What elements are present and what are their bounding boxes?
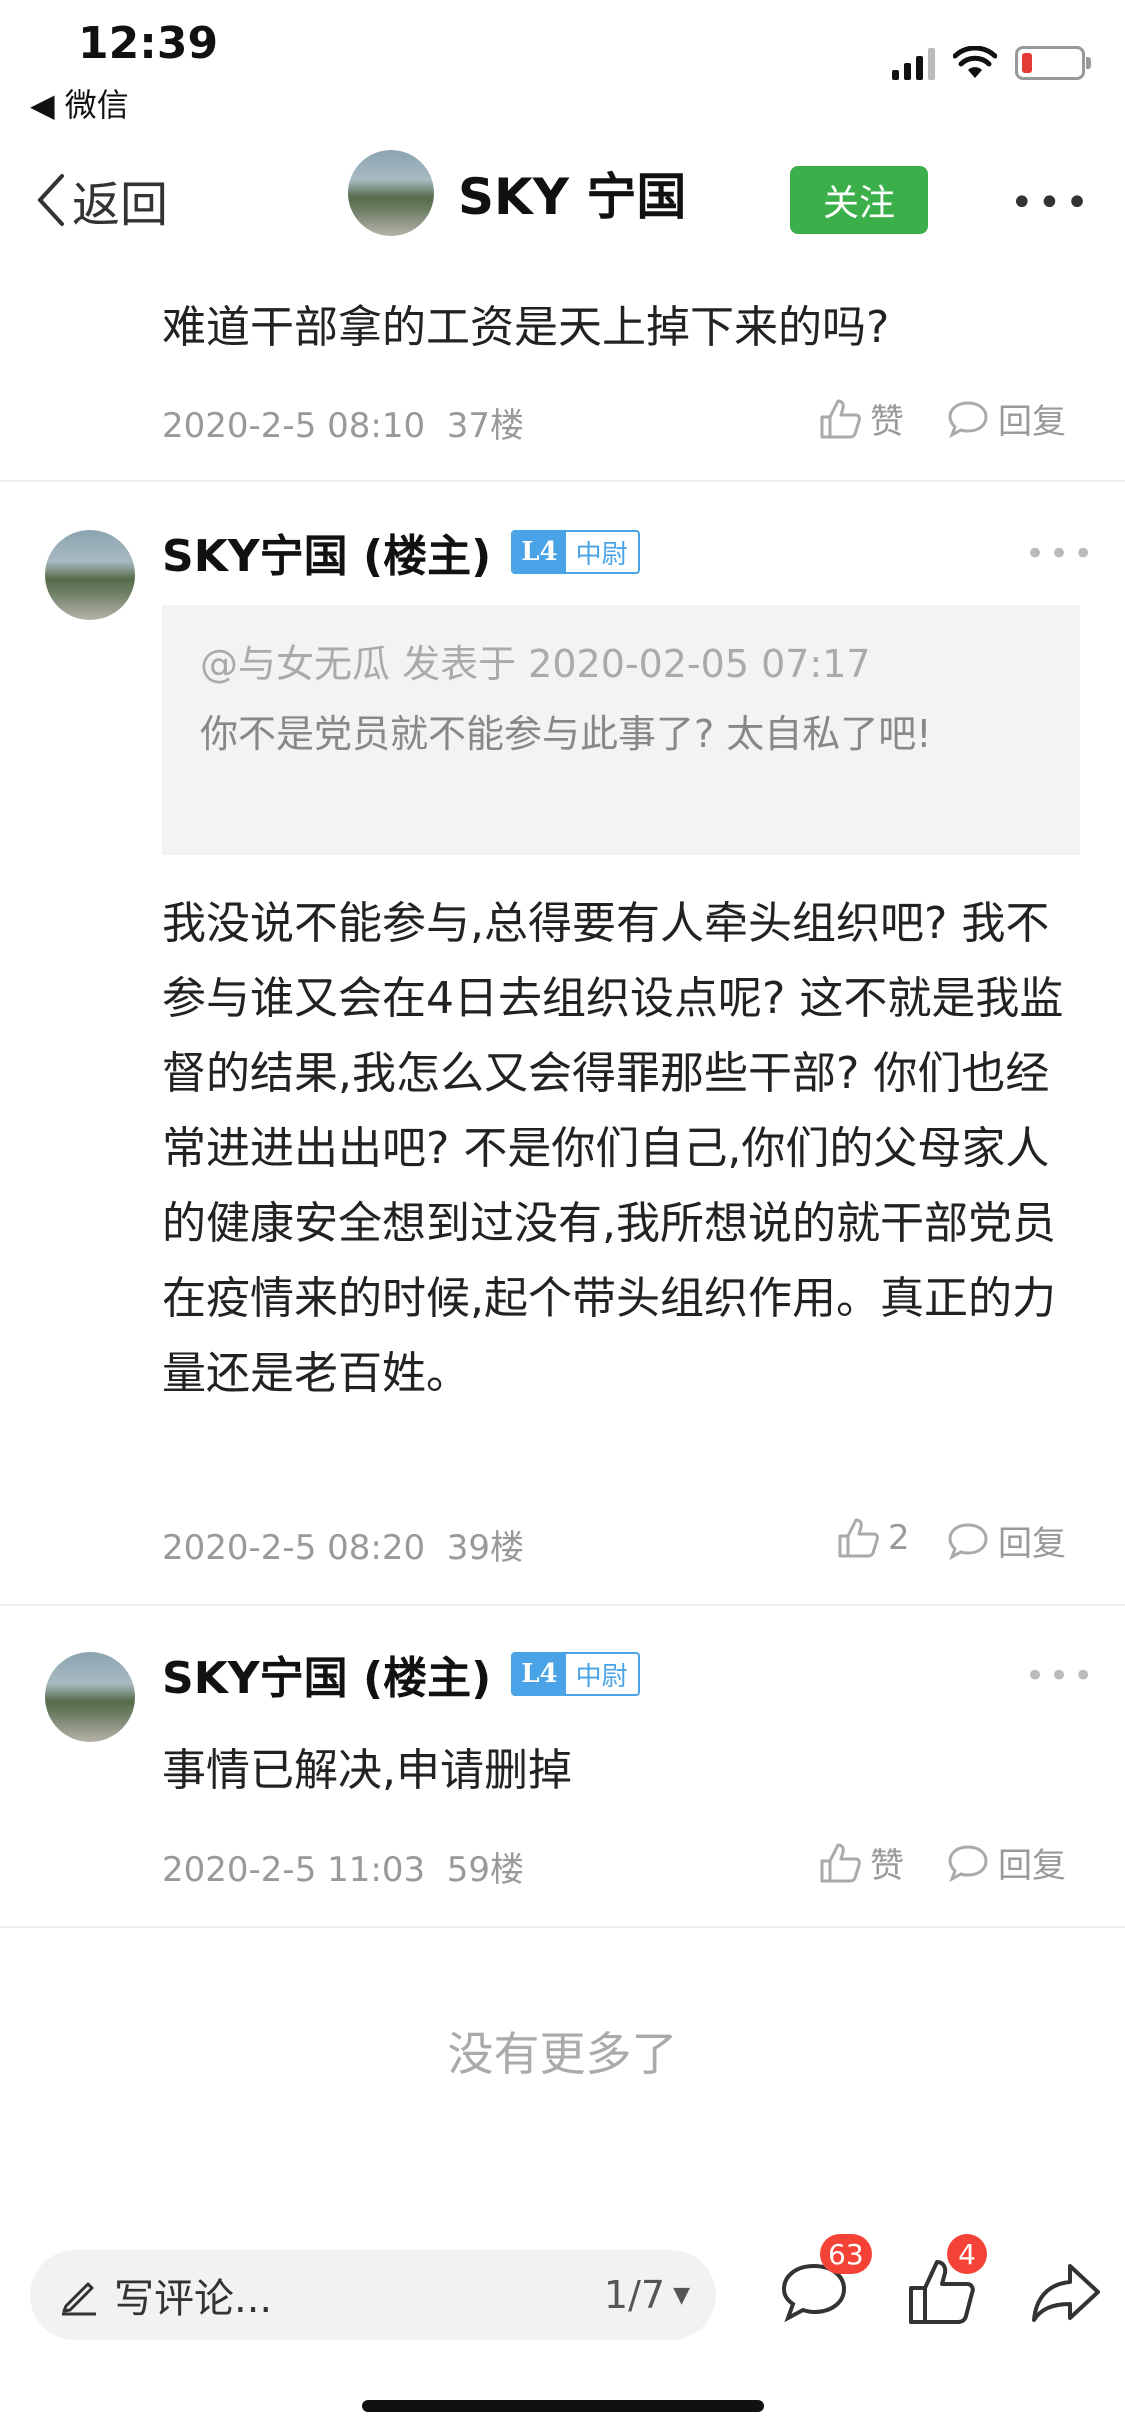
quote-text: 你不是党员就不能参与此事了? 太自私了吧! bbox=[200, 712, 932, 756]
like-count: 2 bbox=[888, 1518, 910, 1558]
divider bbox=[0, 480, 1125, 482]
status-indicators bbox=[892, 46, 1091, 80]
level-badge: L4 中尉 bbox=[511, 530, 640, 574]
level-label: L4 bbox=[513, 532, 566, 572]
divider bbox=[0, 1604, 1125, 1606]
back-to-wechat[interactable]: ◀ 微信 bbox=[30, 80, 129, 126]
post-meta: 2020-2-5 08:20 39楼 bbox=[162, 1520, 524, 1569]
post-meta: 2020-2-5 11:03 59楼 bbox=[162, 1842, 524, 1891]
comment-placeholder: 写评论... bbox=[114, 2276, 273, 2322]
status-time: 12:39 bbox=[78, 18, 219, 69]
thumbs-up-icon bbox=[838, 1518, 879, 1558]
rank-label: 中尉 bbox=[575, 1661, 628, 1692]
avatar[interactable] bbox=[45, 1652, 135, 1742]
post-content: 事情已解决,申请删掉 bbox=[162, 1745, 572, 1796]
post-header: SKY宁国 (楼主) L4 中尉 bbox=[162, 1642, 640, 1706]
like-label: 赞 bbox=[870, 402, 904, 442]
rank-label: 中尉 bbox=[575, 539, 628, 570]
chevron-left-icon bbox=[37, 174, 64, 226]
back-label: 返回 bbox=[72, 177, 169, 233]
like-post-button[interactable]: 4 bbox=[905, 2234, 987, 2332]
author-name[interactable]: SKY宁国 (楼主) bbox=[162, 520, 491, 584]
comment-icon bbox=[948, 400, 988, 438]
like-button[interactable]: 2 bbox=[836, 1516, 910, 1560]
thumbs-up-icon bbox=[820, 1843, 861, 1882]
like-count-badge: 4 bbox=[947, 2234, 987, 2274]
post-floor: 59楼 bbox=[446, 1850, 525, 1890]
share-button[interactable] bbox=[1030, 2262, 1102, 2328]
battery-icon bbox=[1015, 46, 1091, 80]
end-of-list: 没有更多了 bbox=[447, 2027, 678, 2081]
post-content: 我没说不能参与,总得要有人牵头组织吧? 我不参与谁又会在4日去组织设点呢? 这不… bbox=[162, 898, 1064, 1399]
comment-icon bbox=[948, 1522, 988, 1560]
avatar[interactable] bbox=[45, 530, 135, 620]
level-label: L4 bbox=[513, 1654, 566, 1694]
more-icon[interactable]: ••• bbox=[1010, 180, 1093, 226]
reply-label: 回复 bbox=[998, 1524, 1066, 1564]
avatar bbox=[348, 150, 434, 236]
divider bbox=[0, 1926, 1125, 1928]
page-selector[interactable]: 1/7 ▼ bbox=[604, 2273, 690, 2317]
post-date: 2020-2-5 11:03 bbox=[162, 1850, 426, 1890]
pencil-icon bbox=[62, 2282, 96, 2316]
back-button[interactable]: 返回 bbox=[36, 165, 168, 235]
comment-input[interactable]: 写评论... 1/7 ▼ bbox=[30, 2250, 716, 2340]
reply-button[interactable]: 回复 bbox=[946, 394, 1066, 443]
page-indicator: 1/7 bbox=[603, 2273, 666, 2317]
quote-header: @与女无瓜 发表于 2020-02-05 07:17 bbox=[200, 642, 871, 686]
comment-icon bbox=[948, 1844, 988, 1882]
post-more-icon[interactable]: ••• bbox=[1025, 1656, 1097, 1696]
caret-down-icon: ▼ bbox=[673, 2282, 690, 2308]
post-date: 2020-2-5 08:10 bbox=[162, 406, 426, 446]
reply-button[interactable]: 回复 bbox=[946, 1516, 1066, 1565]
post-more-icon[interactable]: ••• bbox=[1025, 534, 1097, 574]
thumbs-up-icon bbox=[820, 399, 861, 438]
like-label: 赞 bbox=[870, 1846, 904, 1886]
quote-block: @与女无瓜 发表于 2020-02-05 07:17 你不是党员就不能参与此事了… bbox=[162, 605, 1080, 855]
post-floor: 39楼 bbox=[446, 1528, 525, 1568]
comments-button[interactable]: 63 bbox=[778, 2234, 872, 2332]
nav-author[interactable]: SKY 宁国 bbox=[348, 150, 686, 236]
post-meta: 2020-2-5 08:10 37楼 bbox=[162, 398, 524, 447]
reply-label: 回复 bbox=[998, 1846, 1066, 1886]
reply-button[interactable]: 回复 bbox=[946, 1838, 1066, 1887]
post-floor: 37楼 bbox=[446, 406, 525, 446]
post-date: 2020-2-5 08:20 bbox=[162, 1528, 426, 1568]
comment-count-badge: 63 bbox=[820, 2234, 872, 2274]
like-button[interactable]: 赞 bbox=[818, 1838, 904, 1887]
post-content: 难道干部拿的工资是天上掉下来的吗? bbox=[162, 302, 890, 353]
reply-label: 回复 bbox=[998, 402, 1066, 442]
post-header: SKY宁国 (楼主) L4 中尉 bbox=[162, 520, 640, 584]
signal-icon bbox=[892, 46, 935, 80]
author-name[interactable]: SKY宁国 (楼主) bbox=[162, 1642, 491, 1706]
like-button[interactable]: 赞 bbox=[818, 394, 904, 443]
wifi-icon bbox=[953, 46, 997, 78]
follow-button[interactable]: 关注 bbox=[790, 166, 928, 234]
home-indicator[interactable] bbox=[362, 2400, 764, 2412]
page-title: SKY 宁国 bbox=[458, 168, 687, 226]
level-badge: L4 中尉 bbox=[511, 1652, 640, 1696]
share-icon bbox=[1032, 2264, 1100, 2322]
